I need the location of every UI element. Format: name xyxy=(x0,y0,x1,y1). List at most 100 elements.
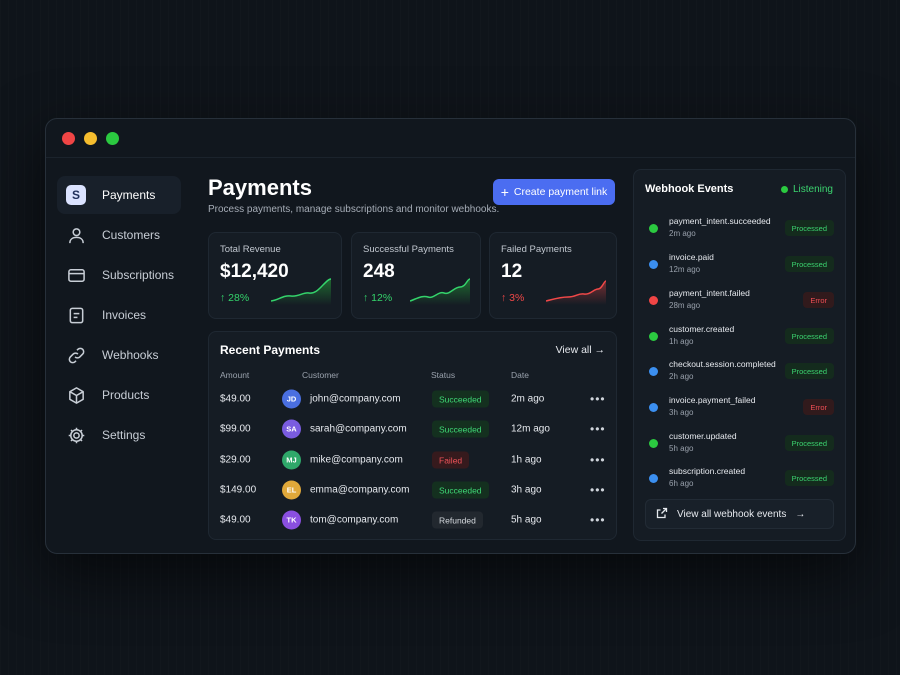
close-window-button[interactable] xyxy=(62,132,75,145)
titlebar-divider xyxy=(46,157,855,158)
avatar: EL xyxy=(282,480,301,500)
webhook-event-row[interactable]: customer.updated 5h ago Processed xyxy=(634,427,845,461)
sidebar-item-label: Settings xyxy=(102,428,146,442)
webhook-event-row[interactable]: payment_intent.failed 28m ago Error xyxy=(634,284,845,318)
status-badge: Succeeded xyxy=(432,390,489,408)
sidebar-item-label: Invoices xyxy=(102,308,147,322)
event-status-dot-icon xyxy=(649,474,658,483)
amount-cell: $149.00 xyxy=(220,484,257,496)
customer-email: mike@company.com xyxy=(310,454,403,466)
customer-email: john@company.com xyxy=(310,393,401,405)
event-time: 5h ago xyxy=(669,444,694,453)
status-dot-icon xyxy=(780,186,788,193)
sidebar-item-subscriptions[interactable]: Subscriptions xyxy=(57,256,181,294)
minimize-window-button[interactable] xyxy=(84,132,97,145)
stat-label: Failed Payments xyxy=(501,244,572,255)
more-options-icon[interactable]: ••• xyxy=(590,483,606,497)
stat-change: ↑ 28% xyxy=(220,292,250,304)
customer-email: tom@company.com xyxy=(310,514,399,526)
table-row[interactable]: $149.00 EL emma@company.com Succeeded 3h… xyxy=(209,475,616,505)
sidebar-item-invoices[interactable]: Invoices xyxy=(57,296,181,334)
more-options-icon[interactable]: ••• xyxy=(590,453,606,467)
arrow-up-icon: ↑ xyxy=(501,292,507,304)
sidebar-item-label: Subscriptions xyxy=(102,268,175,282)
stat-label: Total Revenue xyxy=(220,244,281,255)
user-icon xyxy=(66,225,86,245)
table-row[interactable]: $29.00 MJ mike@company.com Failed 1h ago… xyxy=(209,445,616,475)
recent-payments-title: Recent Payments xyxy=(220,343,321,357)
column-header-amount: Amount xyxy=(220,370,250,380)
app-window: S Payments Customers Subscriptions Invoi… xyxy=(45,118,856,554)
event-name: customer.created xyxy=(669,324,735,334)
avatar: SA xyxy=(282,419,301,439)
card-icon xyxy=(66,265,86,285)
webhook-event-row[interactable]: subscription.created 6h ago Processed xyxy=(634,462,845,496)
webhook-event-row[interactable]: invoice.payment_failed 3h ago Error xyxy=(634,391,845,425)
stat-card-total-revenue: Total Revenue $12,420 ↑ 28% xyxy=(208,232,342,319)
event-status-badge: Error xyxy=(803,292,834,308)
event-status-dot-icon xyxy=(649,296,658,305)
sidebar-item-label: Customers xyxy=(102,228,161,242)
webhook-events-title: Webhook Events xyxy=(645,183,734,195)
date-cell: 5h ago xyxy=(511,514,542,526)
sidebar-item-payments[interactable]: S Payments xyxy=(57,176,181,214)
document-icon xyxy=(66,305,86,325)
sidebar-item-label: Webhooks xyxy=(102,348,159,362)
sidebar-item-webhooks[interactable]: Webhooks xyxy=(57,336,181,374)
table-row[interactable]: $49.00 TK tom@company.com Refunded 5h ag… xyxy=(209,505,616,535)
create-payment-link-button[interactable]: + Create payment link xyxy=(493,179,615,205)
stat-label: Successful Payments xyxy=(363,244,454,255)
event-time: 2m ago xyxy=(669,229,696,238)
table-row[interactable]: $49.00 JD john@company.com Succeeded 2m … xyxy=(209,384,616,414)
event-status-badge: Processed xyxy=(784,363,834,379)
sidebar-item-label: Products xyxy=(102,388,150,402)
table-row[interactable]: $99.00 SA sarah@company.com Succeeded 12… xyxy=(209,414,616,444)
more-options-icon[interactable]: ••• xyxy=(590,392,606,406)
column-header-customer: Customer xyxy=(302,370,339,380)
more-options-icon[interactable]: ••• xyxy=(590,513,606,527)
status-badge: Succeeded xyxy=(432,420,489,438)
arrow-up-icon: ↑ xyxy=(220,292,226,304)
more-options-icon[interactable]: ••• xyxy=(590,422,606,436)
date-cell: 3h ago xyxy=(511,484,542,496)
webhook-event-row[interactable]: invoice.paid 12m ago Processed xyxy=(634,248,845,282)
status-badge: Refunded xyxy=(432,511,483,529)
sidebar-item-products[interactable]: Products xyxy=(57,376,181,414)
amount-cell: $49.00 xyxy=(220,393,251,405)
event-status-badge: Processed xyxy=(784,470,834,486)
stat-change: ↑ 12% xyxy=(363,292,393,304)
customer-email: sarah@company.com xyxy=(310,423,407,435)
stat-card-failed-payments: Failed Payments 12 ↑ 3% xyxy=(489,232,617,319)
sidebar: S Payments Customers Subscriptions Invoi… xyxy=(57,176,181,456)
webhook-event-row[interactable]: checkout.session.completed 2h ago Proces… xyxy=(634,355,845,389)
create-button-label: Create payment link xyxy=(513,186,608,198)
stat-change: ↑ 3% xyxy=(501,292,525,304)
maximize-window-button[interactable] xyxy=(106,132,119,145)
webhook-events-panel: Webhook Events Listening payment_intent.… xyxy=(633,169,846,541)
webhook-event-row[interactable]: customer.created 1h ago Processed xyxy=(634,320,845,354)
arrow-right-icon: → xyxy=(594,344,606,356)
stat-value: 248 xyxy=(363,261,395,282)
sparkline-chart xyxy=(271,278,331,305)
event-name: subscription.created xyxy=(669,466,746,476)
event-status-dot-icon xyxy=(649,403,658,412)
event-time: 6h ago xyxy=(669,479,694,488)
page-subtitle: Process payments, manage subscriptions a… xyxy=(208,204,500,215)
stat-value: 12 xyxy=(501,261,523,282)
event-status-badge: Processed xyxy=(784,220,834,236)
view-all-link[interactable]: View all → xyxy=(556,344,605,356)
view-all-webhook-events-button[interactable]: View all webhook events → xyxy=(645,499,834,529)
box-icon xyxy=(66,385,86,405)
event-name: customer.updated xyxy=(669,431,737,441)
page-title: Payments xyxy=(208,175,312,200)
event-status-dot-icon xyxy=(649,439,658,448)
window-controls xyxy=(62,132,119,145)
recent-payments-card: Recent Payments View all → Amount Custom… xyxy=(208,331,617,540)
event-time: 2h ago xyxy=(669,372,694,381)
arrow-right-icon: → xyxy=(795,508,806,520)
amount-cell: $29.00 xyxy=(220,454,251,466)
s-logo-icon: S xyxy=(66,185,86,205)
sidebar-item-settings[interactable]: Settings xyxy=(57,416,181,454)
webhook-event-row[interactable]: payment_intent.succeeded 2m ago Processe… xyxy=(634,212,845,246)
sidebar-item-customers[interactable]: Customers xyxy=(57,216,181,254)
